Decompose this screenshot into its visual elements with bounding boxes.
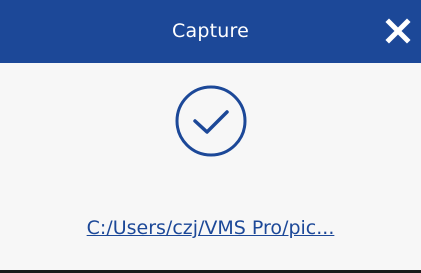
dialog-title: Capture [172, 20, 249, 42]
close-icon [385, 18, 411, 44]
close-button[interactable] [381, 14, 415, 48]
dialog-body: C:/Users/czj/VMS Pro/pic... [0, 63, 421, 270]
title-bar: Capture [0, 0, 421, 63]
saved-file-path-link[interactable]: C:/Users/czj/VMS Pro/pic... [0, 217, 421, 239]
check-circle-icon [173, 83, 249, 159]
capture-dialog: Capture C:/Users/czj/VMS Pro/pic... [0, 0, 421, 273]
